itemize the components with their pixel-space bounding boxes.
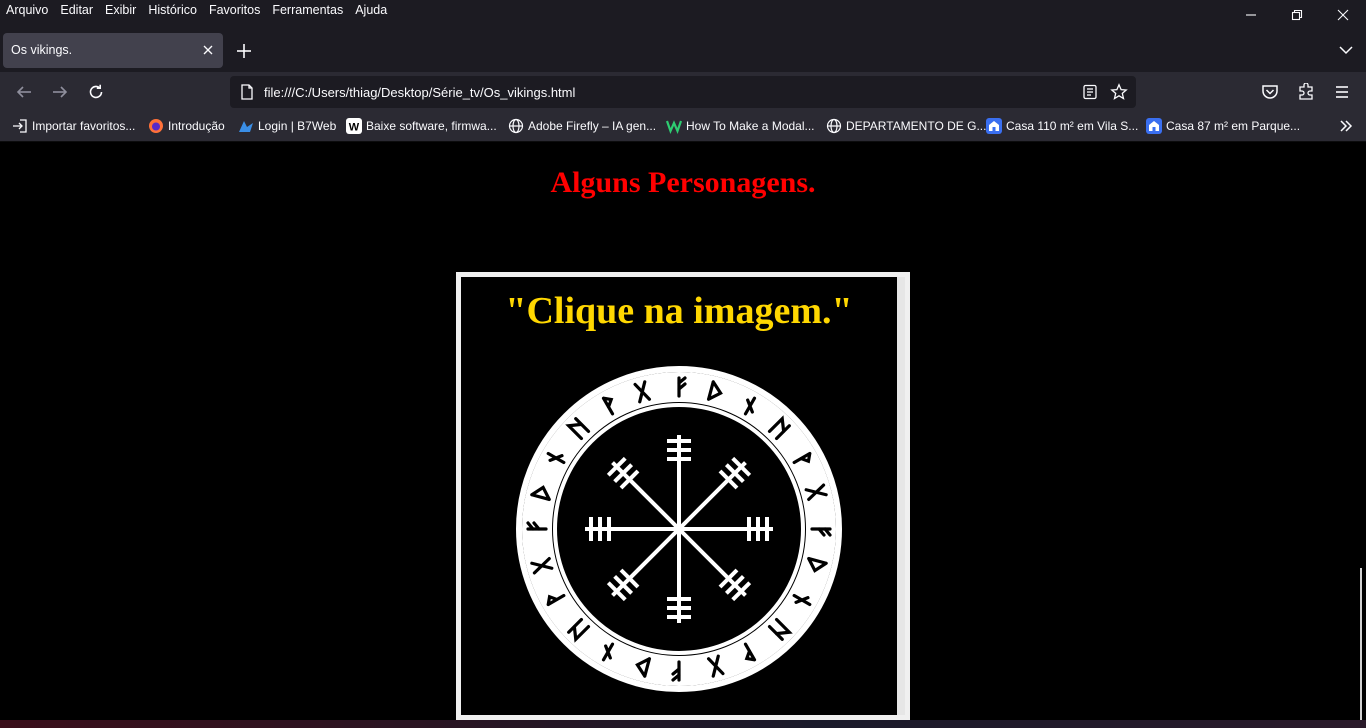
bookmark-label: Casa 87 m² em Parque... [1166,119,1301,133]
reader-view-icon[interactable] [1082,84,1098,100]
bookmark-casa-110[interactable]: Casa 110 m² em Vila S... [986,118,1138,134]
bookmark-introducao[interactable]: Introdução [148,118,225,134]
restore-icon [1291,9,1303,21]
pocket-icon[interactable] [1261,83,1279,101]
extensions-icon[interactable] [1297,83,1315,101]
import-icon [13,119,27,133]
bookmark-baixe-software[interactable]: W Baixe software, firmwa... [346,118,497,134]
chevron-down-icon[interactable] [1338,42,1354,58]
b7web-icon [239,121,253,132]
tab-strip: Os vikings. [0,32,1366,72]
tab-title: Os vikings. [11,43,73,57]
menu-ferramentas[interactable]: Ferramentas [272,3,343,17]
reload-icon [89,84,103,99]
bookmark-label: Baixe software, firmwa... [366,119,497,133]
url-text[interactable]: file:///C:/Users/thiag/Desktop/Série_tv/… [264,85,575,100]
bookmark-casa-87[interactable]: Casa 87 m² em Parque... [1146,118,1300,134]
menu-ajuda[interactable]: Ajuda [355,3,387,17]
page-icon [241,84,253,100]
bookmark-label: DEPARTAMENTO DE G... [846,119,987,133]
minimize-icon [1246,14,1256,16]
globe-icon [826,118,842,134]
bookmark-label: Introdução [168,119,225,133]
reload-button[interactable] [84,80,108,104]
taskbar-edge [0,720,1366,728]
bookmark-label: Adobe Firefly – IA gen... [528,119,657,133]
globe-icon [508,118,524,134]
minimize-button[interactable] [1228,2,1274,28]
bookmark-label: How To Make a Modal... [686,119,815,133]
firefox-icon [149,119,163,133]
chevron-double-right-icon[interactable] [1338,118,1354,134]
page-content: Alguns Personagens. "Clique na imagem." [0,142,1366,728]
page-heading: Alguns Personagens. [550,166,816,199]
bookmark-departamento[interactable]: DEPARTAMENTO DE G... [826,118,986,134]
url-bar[interactable]: file:///C:/Users/thiag/Desktop/Série_tv/… [230,76,1136,108]
arrow-right-icon [53,86,68,98]
restore-button[interactable] [1274,2,1320,28]
back-button[interactable] [12,80,36,104]
menu-exibir[interactable]: Exibir [105,3,136,17]
w-green-icon [666,120,682,134]
image-frame[interactable]: "Clique na imagem." [456,272,910,720]
forward-button[interactable] [48,80,72,104]
bookmark-how-to-make-a-modal[interactable]: How To Make a Modal... [666,118,815,134]
menu-historico[interactable]: Histórico [148,3,197,17]
bookmark-label: Importar favoritos... [32,119,136,133]
tab-os-vikings[interactable]: Os vikings. [3,33,223,68]
menu-favoritos[interactable]: Favoritos [209,3,260,17]
bookmark-login-b7web[interactable]: Login | B7Web [238,118,336,134]
frame-scrollbar[interactable] [897,277,905,715]
bookmark-label: Casa 110 m² em Vila S... [1006,119,1139,133]
menu-bar: Arquivo Editar Exibir Histórico Favorito… [0,0,1366,32]
bookmark-adobe-firefly[interactable]: Adobe Firefly – IA gen... [508,118,656,134]
vegvisir-compass-image[interactable] [511,361,847,697]
bookmark-label: Login | B7Web [258,119,337,133]
bookmarks-bar: Importar favoritos... Introdução Login |… [0,112,1366,142]
house-icon [986,118,1002,134]
arrow-left-icon [16,86,31,98]
new-tab-icon[interactable] [234,41,254,61]
menu-editar[interactable]: Editar [60,3,93,17]
page-scrollbar[interactable] [1360,568,1362,728]
close-icon [1337,9,1349,21]
frame-title: "Clique na imagem." [505,290,853,332]
star-icon[interactable] [1110,83,1128,101]
menu-items: Arquivo Editar Exibir Histórico Favorito… [6,3,387,17]
house-icon [1146,118,1162,134]
svg-text:W: W [349,122,360,134]
menu-arquivo[interactable]: Arquivo [6,3,48,17]
close-window-button[interactable] [1320,2,1366,28]
tab-close-icon[interactable] [201,43,215,57]
hamburger-menu-icon[interactable] [1333,83,1351,101]
nav-bar: file:///C:/Users/thiag/Desktop/Série_tv/… [0,72,1366,112]
bookmark-importar-favoritos[interactable]: Importar favoritos... [12,118,135,134]
w-icon: W [346,118,362,134]
